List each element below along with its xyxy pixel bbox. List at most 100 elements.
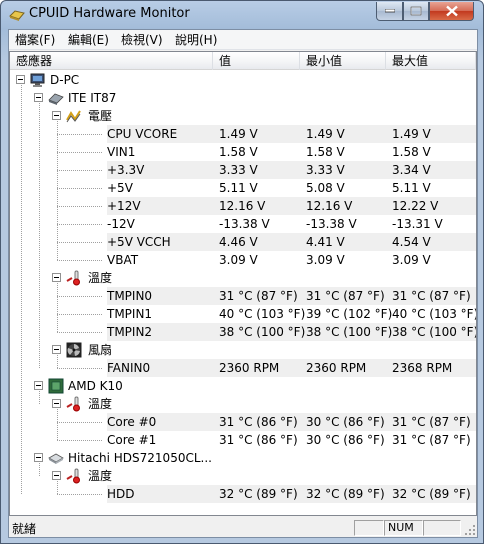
cell-value: 12.16 V <box>219 199 266 213</box>
tree-node-hdd[interactable]: Hitachi HDS721050CL... <box>10 449 476 467</box>
menu-edit[interactable]: 編輯(E) <box>66 32 111 49</box>
column-min[interactable]: 最小值 <box>300 52 386 70</box>
tree-node-cpu[interactable]: AMD K10 <box>10 377 476 395</box>
sensor-name: +5V <box>107 181 133 195</box>
chip-icon <box>48 90 64 106</box>
tree-group-voltage[interactable]: 電壓 <box>10 107 476 125</box>
tree-guide-line <box>57 206 102 207</box>
group-voltage-label: 電壓 <box>88 109 113 123</box>
status-text: 就緒 <box>12 522 37 536</box>
tree-group-fan[interactable]: 風扇 <box>10 341 476 359</box>
tree-guide-line <box>57 260 102 261</box>
thermometer-icon <box>66 270 82 286</box>
sensor-name: -12V <box>107 217 135 231</box>
tree-guide-line <box>57 170 102 171</box>
group-temp-label: 溫度 <box>88 397 113 411</box>
cell-value: 1.49 V <box>219 127 258 141</box>
cell-max: 32 °C (89 °F) <box>392 487 471 501</box>
cell-value: 31 °C (87 °F) <box>219 289 298 303</box>
cell-max: 3.09 V <box>392 253 431 267</box>
status-num: NUM <box>384 520 423 536</box>
node-chip-label: ITE IT87 <box>68 91 117 105</box>
cell-max: 31 °C (87 °F) <box>392 289 471 303</box>
sensor-name: VIN1 <box>107 145 136 159</box>
sensor-name: +12V <box>107 199 141 213</box>
status-pane-blank <box>354 520 384 536</box>
tree-guide-line <box>57 283 58 332</box>
collapse-toggle-icon[interactable] <box>34 93 43 102</box>
cell-value: 40 °C (103 °F) <box>219 307 306 321</box>
column-header: 感應器 值 最小值 最大值 <box>10 52 476 70</box>
tree-guide-line <box>57 188 102 189</box>
column-sensor[interactable]: 感應器 <box>10 52 213 70</box>
tree-guide-line <box>57 422 102 423</box>
node-cpu-label: AMD K10 <box>68 379 123 393</box>
cell-min: 5.08 V <box>306 181 345 195</box>
cell-min: 3.09 V <box>306 253 345 267</box>
tree-guide-line <box>39 463 40 476</box>
cell-min: -13.38 V <box>306 217 357 231</box>
cell-value: 2360 RPM <box>219 361 280 375</box>
title-bar[interactable]: CPUID Hardware Monitor <box>1 1 483 29</box>
collapse-toggle-icon[interactable] <box>52 471 61 480</box>
tree-guide-line <box>57 481 58 494</box>
computer-icon <box>30 72 46 88</box>
sensor-tree-list[interactable]: 感應器 值 最小值 最大值 D-PC ITE IT87 電壓 CPU VCORE 1.4… <box>9 51 477 516</box>
minimize-button[interactable] <box>376 2 403 21</box>
column-value[interactable]: 值 <box>213 52 300 70</box>
collapse-toggle-icon[interactable] <box>52 345 61 354</box>
sensor-name: +3.3V <box>107 163 145 177</box>
app-window: CPUID Hardware Monitor 檔案(F) 編輯(E) 檢視(V)… <box>0 0 484 544</box>
node-hdd-label: Hitachi HDS721050CL... <box>68 451 212 465</box>
menu-view[interactable]: 檢視(V) <box>119 32 165 49</box>
cell-min: 2360 RPM <box>306 361 367 375</box>
tree-guide-line <box>21 85 22 494</box>
tree-node-root[interactable]: D-PC <box>10 71 476 89</box>
cell-min: 30 °C (86 °F) <box>306 415 385 429</box>
sensor-name: VBAT <box>107 253 139 267</box>
collapse-toggle-icon[interactable] <box>52 111 61 120</box>
cell-value: 1.58 V <box>219 145 258 159</box>
group-temp-label: 溫度 <box>88 271 113 285</box>
collapse-toggle-icon[interactable] <box>34 453 43 462</box>
tree-guide-line <box>57 152 102 153</box>
collapse-toggle-icon[interactable] <box>52 273 61 282</box>
tree-guide-line <box>57 368 102 369</box>
cell-min: 4.41 V <box>306 235 345 249</box>
sensor-name: CPU VCORE <box>107 127 178 141</box>
collapse-toggle-icon[interactable] <box>52 399 61 408</box>
menu-file[interactable]: 檔案(F) <box>13 32 57 49</box>
cell-min: 1.58 V <box>306 145 345 159</box>
tree-guide-line <box>39 391 40 404</box>
cell-min: 1.49 V <box>306 127 345 141</box>
menu-bar: 檔案(F) 編輯(E) 檢視(V) 說明(H) <box>9 30 477 50</box>
menu-help[interactable]: 說明(H) <box>173 32 219 49</box>
tree-node-chip[interactable]: ITE IT87 <box>10 89 476 107</box>
tree-group-temp[interactable]: 溫度 <box>10 467 476 485</box>
cpuid-app-icon <box>9 7 25 23</box>
close-button[interactable] <box>429 2 474 21</box>
cell-min: 31 °C (87 °F) <box>306 289 385 303</box>
tree-guide-line <box>57 314 102 315</box>
column-max[interactable]: 最大值 <box>386 52 476 70</box>
tree-group-temp[interactable]: 溫度 <box>10 269 476 287</box>
cell-max: 31 °C (87 °F) <box>392 415 471 429</box>
close-icon <box>445 5 458 17</box>
collapse-toggle-icon[interactable] <box>34 381 43 390</box>
sensor-name: HDD <box>107 487 135 501</box>
cell-max: 5.11 V <box>392 181 431 195</box>
cell-value: -13.38 V <box>219 217 270 231</box>
sensor-name: +5V VCCH <box>107 235 171 249</box>
cell-min: 32 °C (89 °F) <box>306 487 385 501</box>
collapse-toggle-icon[interactable] <box>16 75 25 84</box>
tree-group-temp[interactable]: 溫度 <box>10 395 476 413</box>
maximize-button[interactable] <box>403 2 429 21</box>
hard-drive-icon <box>48 450 64 466</box>
cell-value: 5.11 V <box>219 181 258 195</box>
tree-guide-line <box>57 134 102 135</box>
client-area: 檔案(F) 編輯(E) 檢視(V) 說明(H) 感應器 值 最小值 最大值 D-… <box>8 29 478 538</box>
resize-grip-icon[interactable] <box>464 524 476 536</box>
tree-guide-line <box>57 121 58 260</box>
cell-max: 3.34 V <box>392 163 431 177</box>
cell-value: 3.09 V <box>219 253 258 267</box>
